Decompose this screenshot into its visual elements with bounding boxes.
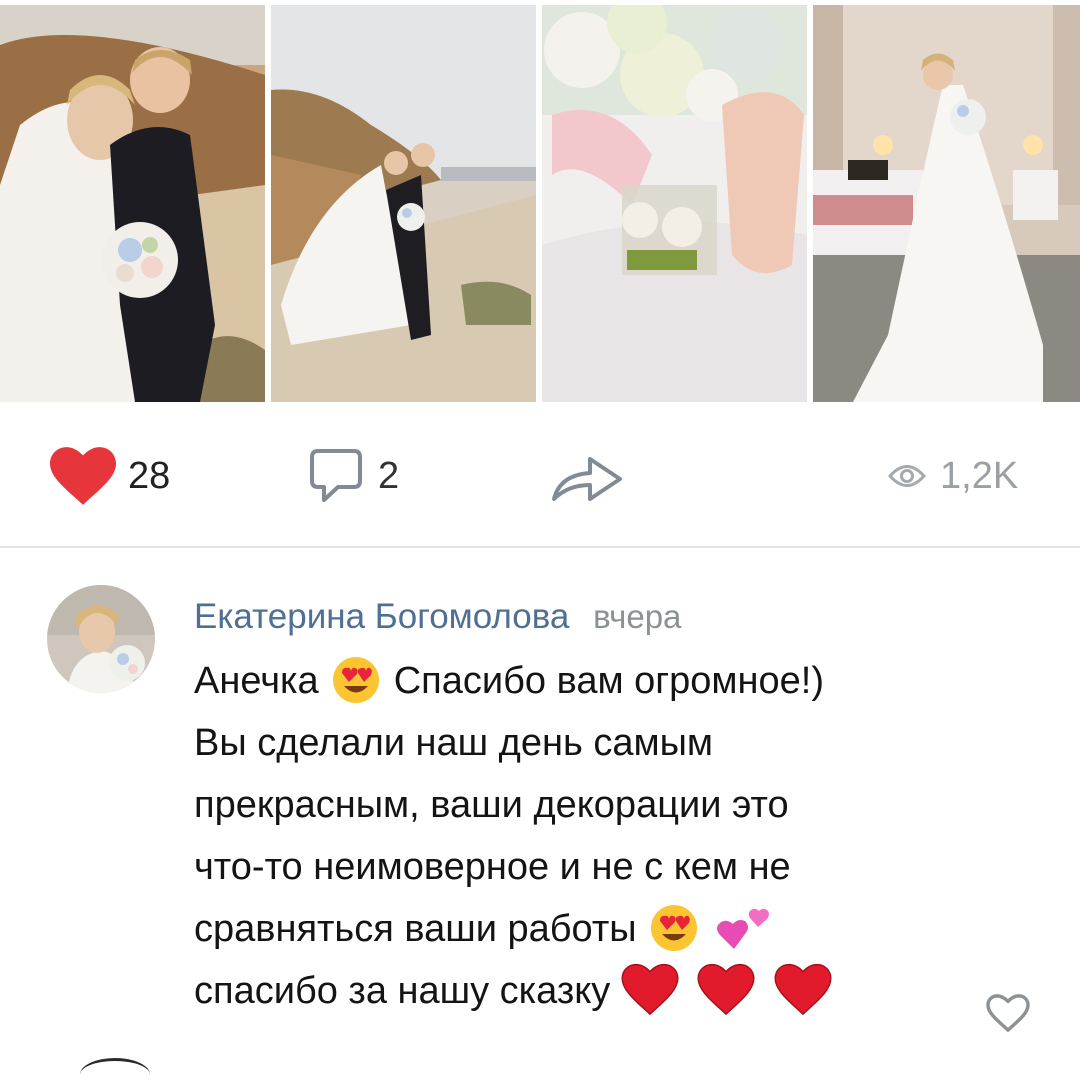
comment-line: Вы сделали наш день самым [194,722,714,764]
red-heart-emoji [774,963,832,1017]
view-count: 1,2K [940,454,1019,497]
comment-count: 2 [378,454,400,497]
couple-beach-photo[interactable] [271,5,536,402]
comment-bubble-icon [310,449,362,502]
red-heart-emoji [621,963,679,1017]
comment-line: что-то неимоверное и не с кем не [194,846,791,888]
post-action-bar: 28 2 1,2K [0,402,1080,547]
comment-text: Анечка Спасибо вам огромное!) Вы сделали… [194,650,994,1022]
heart-eyes-emoji [649,903,699,953]
two-hearts-emoji [714,903,774,953]
comment-line-text: спасибо за нашу сказку [194,970,621,1012]
heart-outline-icon [986,994,1030,1032]
bride-bedroom-photo[interactable] [813,5,1080,402]
share-arrow-icon [552,457,622,501]
commenter-avatar[interactable] [47,585,155,693]
couple-embrace-photo[interactable] [0,5,265,402]
like-count: 28 [128,454,171,497]
view-counter: 1,2K [888,446,1018,506]
next-comment-avatar [80,1058,150,1091]
comment-like-button[interactable] [985,993,1031,1033]
comment-line: спасибо за нашу сказку [194,960,994,1022]
like-button[interactable]: 28 [50,446,170,506]
comment-header: Екатерина Богомолова вчера [194,597,681,637]
red-heart-emoji [697,963,755,1017]
comment-button[interactable]: 2 [308,446,399,506]
comment-line: сравняться ваши работы [194,898,994,960]
comment-line-text: Анечка [194,660,319,702]
post-photo-grid [0,0,1080,402]
comment-date: вчера [593,598,682,635]
comment-line-text: Спасибо вам огромное!) [393,660,824,702]
comment-line: прекрасным, ваши декорации это [194,784,789,826]
eye-icon [888,465,926,487]
comment-author-name[interactable]: Екатерина Богомолова [194,597,569,636]
heart-icon [50,447,116,505]
comment-line-text: сравняться ваши работы [194,908,637,950]
heart-eyes-emoji [331,655,381,705]
share-button[interactable] [550,446,624,506]
divider [0,546,1080,548]
bouquet-shoes-photo[interactable] [542,5,807,402]
comment-line: Анечка Спасибо вам огромное!) [194,650,994,712]
